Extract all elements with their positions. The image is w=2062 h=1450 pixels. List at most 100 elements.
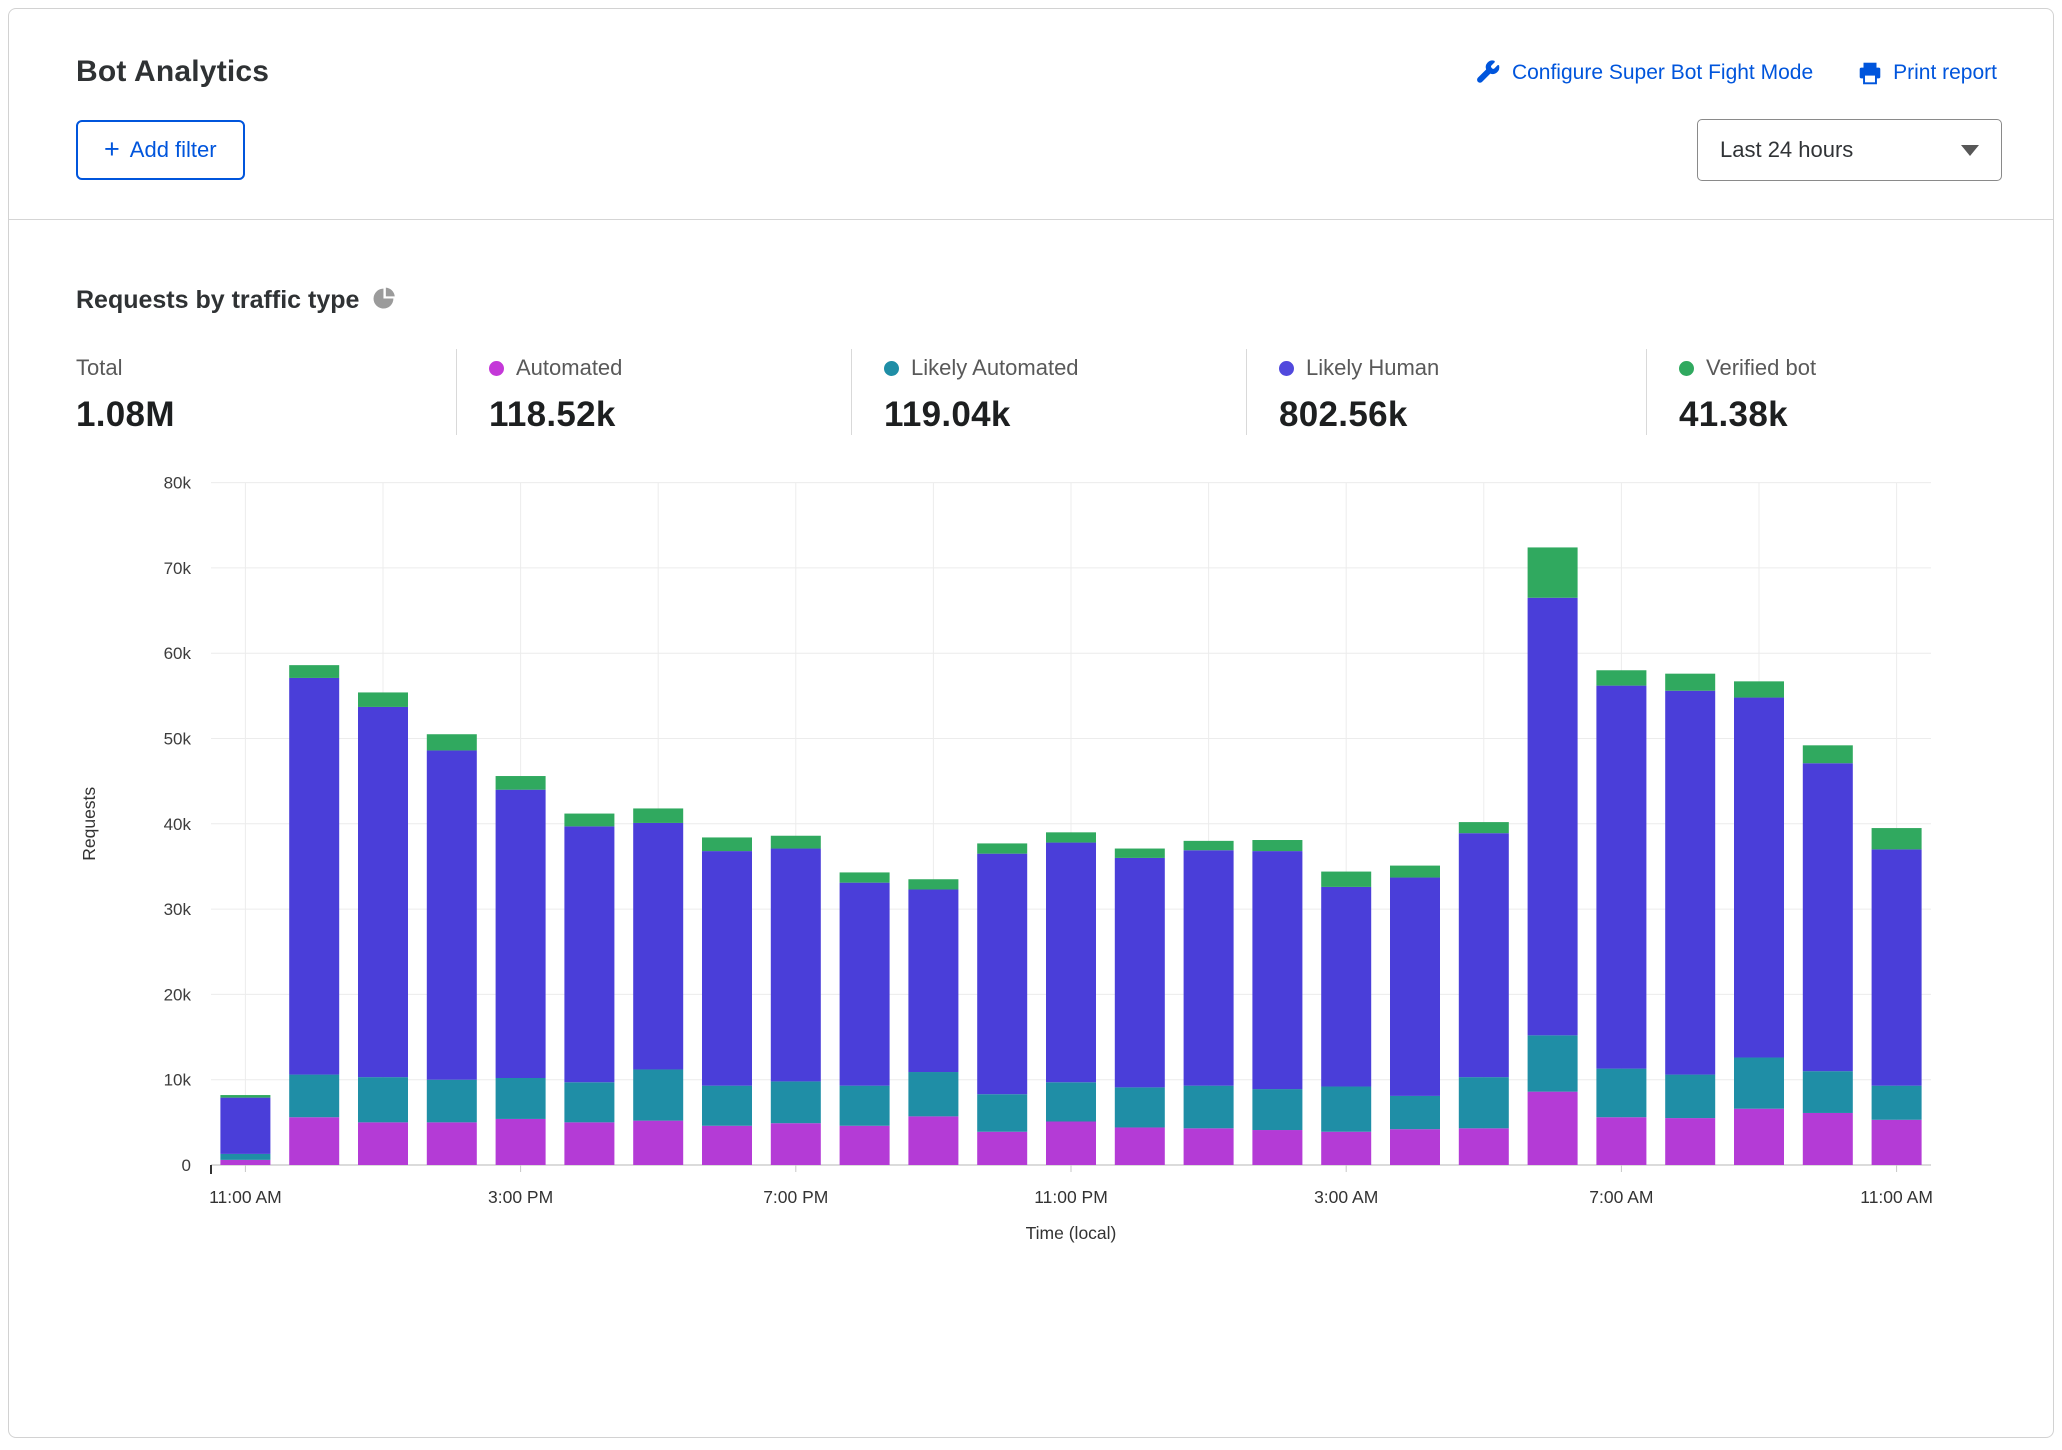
bar-segment[interactable] xyxy=(1528,1035,1578,1091)
bar-segment[interactable] xyxy=(1528,1092,1578,1165)
bar-segment[interactable] xyxy=(908,889,958,1072)
bar-segment[interactable] xyxy=(427,750,477,1079)
bar-segment[interactable] xyxy=(1665,1118,1715,1165)
bar-segment[interactable] xyxy=(1872,828,1922,849)
bar-segment[interactable] xyxy=(1390,878,1440,1096)
bar-segment[interactable] xyxy=(1596,686,1646,1069)
bar-segment[interactable] xyxy=(633,1121,683,1165)
bar-segment[interactable] xyxy=(771,836,821,849)
bar-segment[interactable] xyxy=(1528,598,1578,1036)
bar-segment[interactable] xyxy=(702,1086,752,1126)
bar-segment[interactable] xyxy=(564,814,614,827)
bar-segment[interactable] xyxy=(496,790,546,1078)
bar-segment[interactable] xyxy=(908,1116,958,1165)
bar-segment[interactable] xyxy=(358,707,408,1077)
bar-segment[interactable] xyxy=(1184,850,1234,1085)
bar-segment[interactable] xyxy=(1596,1117,1646,1165)
bar-segment[interactable] xyxy=(1803,1113,1853,1165)
bar-segment[interactable] xyxy=(1184,841,1234,850)
bar-segment[interactable] xyxy=(1046,1082,1096,1121)
bar-segment[interactable] xyxy=(1734,698,1784,1058)
bar-segment[interactable] xyxy=(564,1082,614,1122)
bar-segment[interactable] xyxy=(1390,1129,1440,1165)
bar-segment[interactable] xyxy=(1459,1077,1509,1128)
bar-segment[interactable] xyxy=(702,851,752,1086)
bar-segment[interactable] xyxy=(840,872,890,882)
bar-segment[interactable] xyxy=(1734,1109,1784,1165)
bar-segment[interactable] xyxy=(1046,843,1096,1083)
bar-segment[interactable] xyxy=(1321,1132,1371,1165)
bar-segment[interactable] xyxy=(1184,1086,1234,1129)
bar-segment[interactable] xyxy=(1252,1130,1302,1165)
print-report-link[interactable]: Print report xyxy=(1857,60,1997,86)
bar-segment[interactable] xyxy=(840,1086,890,1126)
bar-segment[interactable] xyxy=(220,1098,270,1154)
bar-segment[interactable] xyxy=(702,1126,752,1165)
bar-segment[interactable] xyxy=(1459,822,1509,833)
bar-segment[interactable] xyxy=(1390,866,1440,878)
bar-segment[interactable] xyxy=(977,1094,1027,1132)
bar-segment[interactable] xyxy=(1665,1075,1715,1119)
bar-segment[interactable] xyxy=(1459,833,1509,1077)
bar-segment[interactable] xyxy=(1596,1069,1646,1118)
bar-segment[interactable] xyxy=(1046,1121,1096,1165)
bar-segment[interactable] xyxy=(1390,1096,1440,1129)
bar-segment[interactable] xyxy=(427,1122,477,1165)
bar-segment[interactable] xyxy=(220,1095,270,1098)
bar-segment[interactable] xyxy=(496,1119,546,1165)
bar-segment[interactable] xyxy=(289,665,339,678)
bar-segment[interactable] xyxy=(1321,872,1371,887)
bar-segment[interactable] xyxy=(1734,681,1784,697)
bar-segment[interactable] xyxy=(427,1080,477,1123)
bar-segment[interactable] xyxy=(1115,1127,1165,1165)
bar-segment[interactable] xyxy=(771,849,821,1082)
bar-segment[interactable] xyxy=(289,1075,339,1118)
bar-segment[interactable] xyxy=(289,1117,339,1165)
bar-segment[interactable] xyxy=(1665,691,1715,1075)
bar-segment[interactable] xyxy=(1803,763,1853,1071)
bar-segment[interactable] xyxy=(1252,851,1302,1089)
bar-segment[interactable] xyxy=(908,879,958,889)
bar-segment[interactable] xyxy=(1803,745,1853,763)
bar-segment[interactable] xyxy=(633,1069,683,1120)
bar-segment[interactable] xyxy=(427,734,477,750)
add-filter-button[interactable]: + Add filter xyxy=(76,120,245,180)
bar-segment[interactable] xyxy=(977,1132,1027,1165)
bar-segment[interactable] xyxy=(1596,670,1646,685)
bar-segment[interactable] xyxy=(1252,840,1302,851)
bar-segment[interactable] xyxy=(564,1122,614,1165)
bar-segment[interactable] xyxy=(1803,1071,1853,1113)
bar-segment[interactable] xyxy=(220,1154,270,1160)
bar-segment[interactable] xyxy=(1115,849,1165,858)
bar-segment[interactable] xyxy=(771,1081,821,1123)
bar-segment[interactable] xyxy=(1321,887,1371,1087)
bar-segment[interactable] xyxy=(1184,1128,1234,1165)
requests-by-traffic-type-chart[interactable]: 010k20k30k40k50k60k70k80k11:00 AM3:00 PM… xyxy=(61,471,1981,1261)
bar-segment[interactable] xyxy=(289,678,339,1075)
bar-segment[interactable] xyxy=(1115,1087,1165,1127)
bar-segment[interactable] xyxy=(220,1160,270,1165)
bar-segment[interactable] xyxy=(358,692,408,707)
bar-segment[interactable] xyxy=(358,1077,408,1122)
bar-segment[interactable] xyxy=(840,1126,890,1165)
bar-segment[interactable] xyxy=(1528,547,1578,597)
bar-segment[interactable] xyxy=(1734,1058,1784,1109)
bar-segment[interactable] xyxy=(564,826,614,1082)
configure-super-bot-fight-mode-link[interactable]: Configure Super Bot Fight Mode xyxy=(1475,59,1813,86)
bar-segment[interactable] xyxy=(840,883,890,1086)
bar-segment[interactable] xyxy=(1046,832,1096,842)
bar-segment[interactable] xyxy=(1665,674,1715,691)
bar-segment[interactable] xyxy=(1459,1128,1509,1165)
bar-segment[interactable] xyxy=(1115,858,1165,1087)
bar-segment[interactable] xyxy=(1872,849,1922,1085)
bar-segment[interactable] xyxy=(1872,1086,1922,1120)
bar-segment[interactable] xyxy=(702,837,752,851)
bar-segment[interactable] xyxy=(633,823,683,1070)
bar-segment[interactable] xyxy=(633,808,683,823)
bar-segment[interactable] xyxy=(908,1072,958,1116)
bar-segment[interactable] xyxy=(358,1122,408,1165)
time-range-select[interactable]: Last 24 hours xyxy=(1697,119,2002,181)
bar-segment[interactable] xyxy=(977,843,1027,853)
bar-segment[interactable] xyxy=(771,1123,821,1165)
bar-segment[interactable] xyxy=(1872,1120,1922,1165)
